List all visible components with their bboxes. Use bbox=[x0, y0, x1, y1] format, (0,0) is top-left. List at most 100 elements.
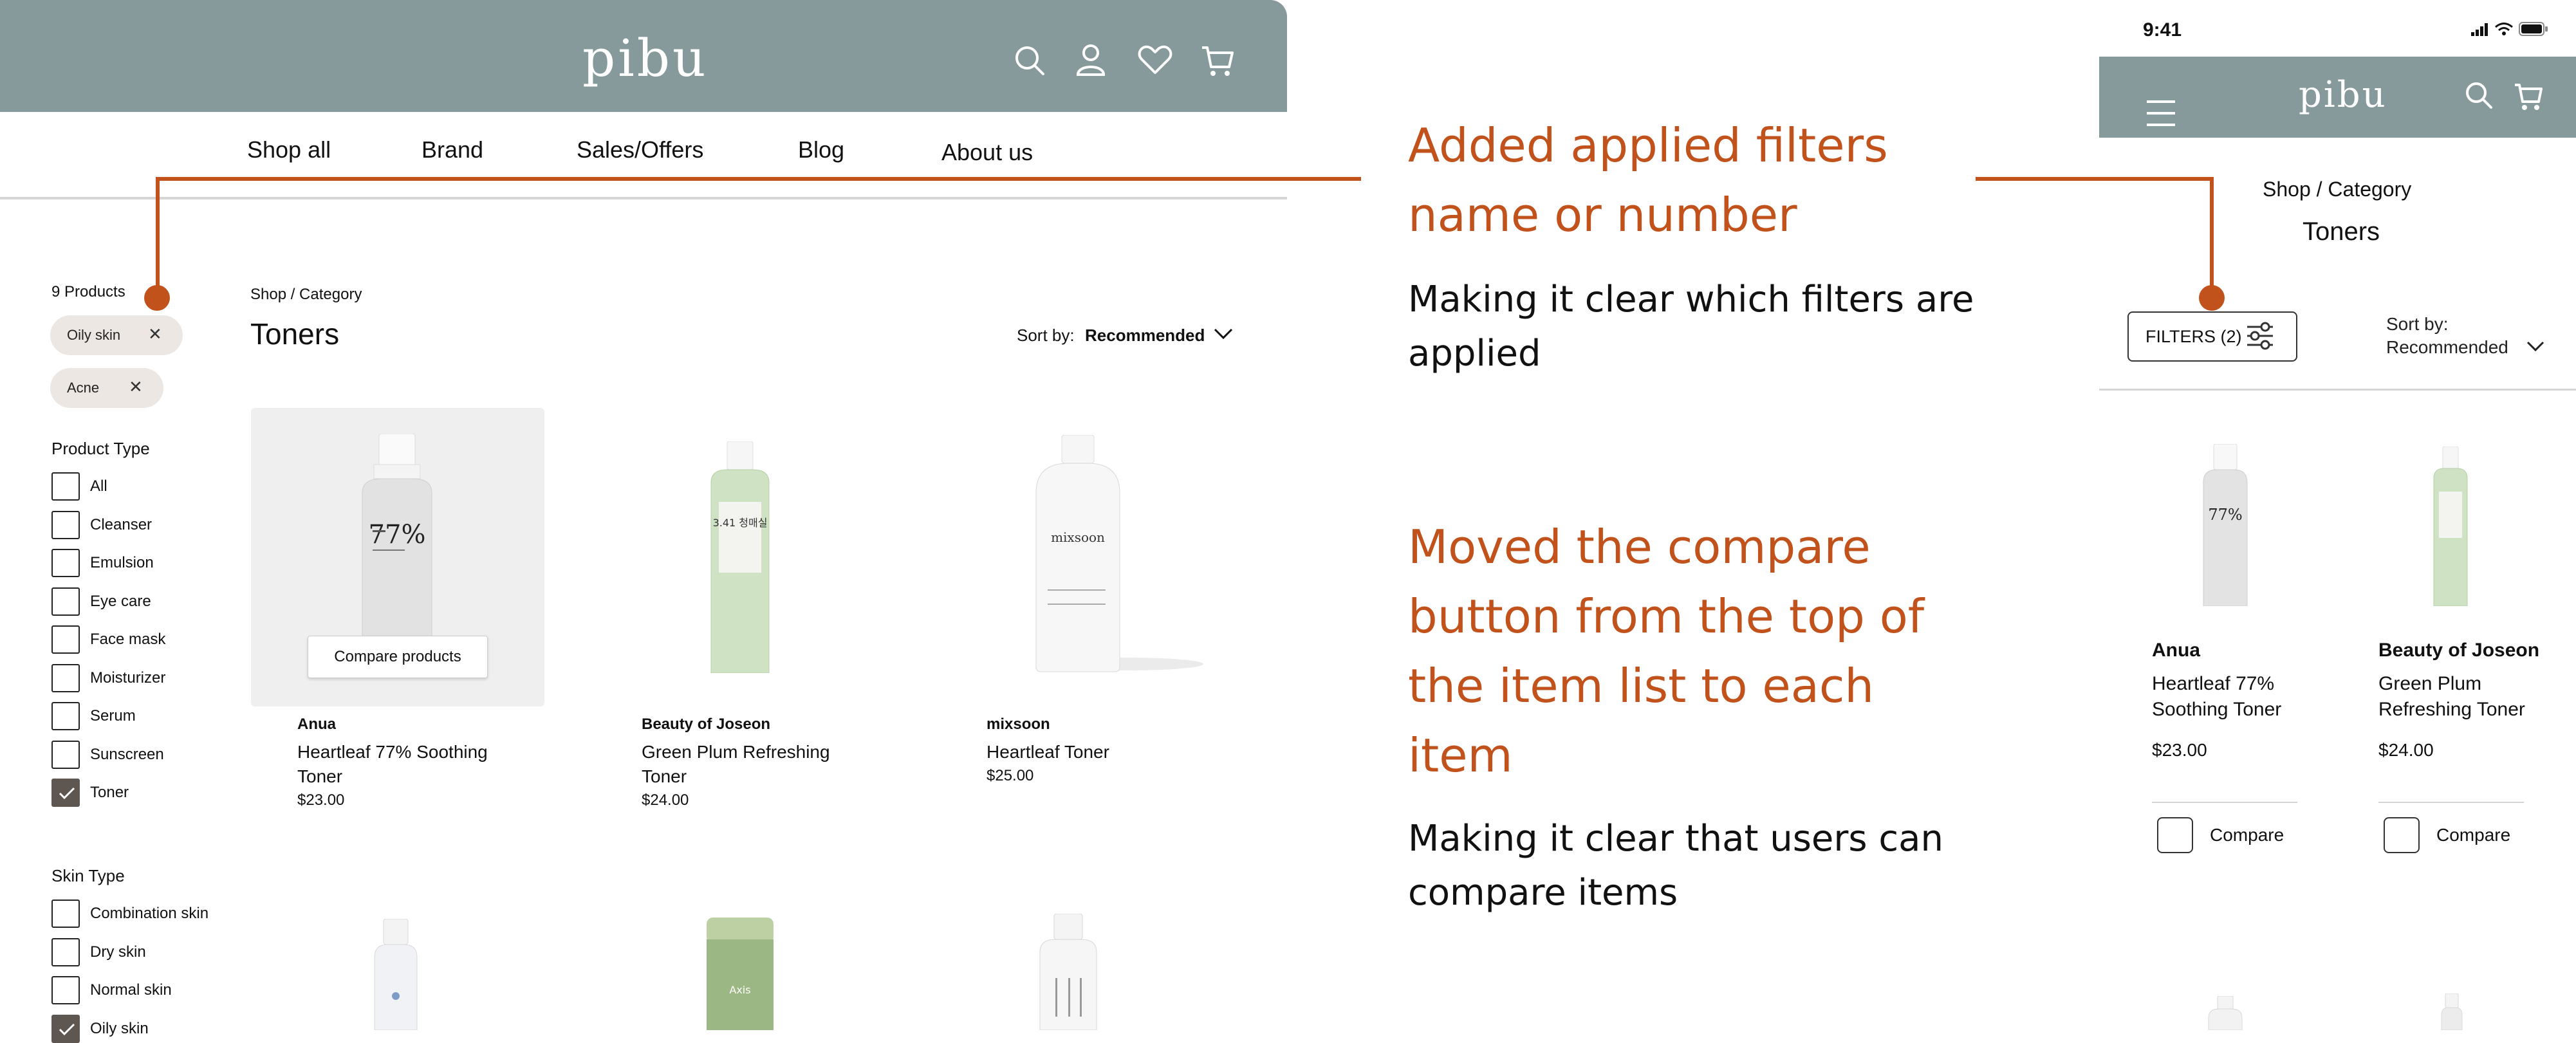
annotation-line: Moved the compare bbox=[1408, 520, 1871, 574]
filter-checkbox[interactable] bbox=[51, 587, 80, 616]
mobile-sort-value[interactable]: Recommended bbox=[2386, 337, 2508, 358]
compare-label[interactable]: Compare bbox=[2210, 825, 2284, 845]
filter-option-label: Serum bbox=[90, 707, 136, 725]
nav-sales-offers[interactable]: Sales/Offers bbox=[577, 136, 703, 163]
annotation-line: Making it clear which filters are bbox=[1408, 279, 1974, 320]
nav-about-us[interactable]: About us bbox=[941, 139, 1033, 166]
compare-products-button[interactable]: Compare products bbox=[308, 636, 488, 678]
product-brand: mixsoon bbox=[987, 715, 1050, 733]
product-bottle-image bbox=[2208, 996, 2243, 1030]
product-type-heading: Product Type bbox=[51, 439, 150, 458]
beauty-of-joseon-bottle-image: 3.41 청매실 bbox=[710, 441, 770, 673]
product-price: $24.00 bbox=[2378, 740, 2434, 760]
product-price: $24.00 bbox=[642, 791, 689, 809]
filter-checkbox[interactable] bbox=[51, 510, 80, 539]
annotation-line: Making it clear that users can bbox=[1408, 818, 1943, 860]
filter-checkbox[interactable] bbox=[51, 740, 80, 769]
annotation-connector-2 bbox=[1976, 177, 2214, 181]
search-icon[interactable] bbox=[2465, 81, 2493, 109]
compare-label[interactable]: Compare bbox=[2436, 825, 2510, 845]
product-price: $23.00 bbox=[297, 791, 345, 809]
filter-checkbox[interactable] bbox=[51, 1014, 80, 1043]
filter-sliders-icon[interactable] bbox=[2246, 322, 2274, 350]
cart-icon[interactable] bbox=[1201, 45, 1234, 77]
bottle-label: Axis bbox=[729, 984, 750, 996]
product-name: Soothing Toner bbox=[2152, 699, 2282, 720]
beauty-of-joseon-bottle-image bbox=[2433, 447, 2468, 606]
product-name: Green Plum bbox=[2378, 673, 2482, 694]
product-bottle-image: Axis bbox=[707, 918, 774, 1030]
mixsoon-bottle-image: mixsoon bbox=[1035, 435, 1203, 672]
filter-checkbox[interactable] bbox=[51, 702, 80, 730]
annotation-pin-2 bbox=[2199, 285, 2225, 311]
filter-checkbox[interactable] bbox=[51, 900, 80, 928]
mobile-brand-logo[interactable]: pibu bbox=[2299, 75, 2387, 116]
status-time: 9:41 bbox=[2143, 19, 2182, 41]
close-icon[interactable]: ✕ bbox=[148, 324, 162, 344]
close-icon[interactable]: ✕ bbox=[129, 377, 143, 397]
cart-icon[interactable] bbox=[2514, 82, 2543, 111]
chevron-down-icon[interactable] bbox=[1214, 328, 1233, 340]
product-name: Green Plum Refreshing Toner bbox=[642, 742, 830, 786]
filter-checkbox[interactable] bbox=[51, 937, 80, 966]
filter-checkbox[interactable] bbox=[51, 663, 80, 692]
mobile-divider bbox=[2099, 389, 2576, 391]
applied-filter-chip[interactable]: Acne ✕ bbox=[50, 368, 163, 408]
wifi-icon bbox=[2494, 22, 2514, 36]
product-bottle-image bbox=[374, 919, 418, 1030]
product-bottle-image bbox=[1039, 914, 1097, 1030]
product-price: $25.00 bbox=[987, 767, 1034, 784]
compare-divider bbox=[2152, 802, 2297, 803]
product-brand: Beauty of Joseon bbox=[642, 715, 771, 733]
filter-option-label: Moisturizer bbox=[90, 669, 166, 687]
annotation-line: compare items bbox=[1408, 872, 1678, 914]
page-title: Toners bbox=[250, 317, 340, 351]
filter-option-label: Dry skin bbox=[90, 943, 146, 961]
annotation-2-body: Making it clear that users can compare i… bbox=[1408, 812, 1943, 920]
product-bottle-image bbox=[2441, 993, 2463, 1030]
chevron-down-icon[interactable] bbox=[2526, 341, 2544, 353]
mobile-page-title: Toners bbox=[2303, 217, 2380, 246]
annotation-line: Added applied filters bbox=[1408, 118, 1888, 172]
filter-option-label: All bbox=[90, 477, 107, 495]
check-icon bbox=[59, 787, 75, 800]
product-count: 9 Products bbox=[51, 283, 125, 300]
heart-icon[interactable] bbox=[1138, 45, 1172, 75]
filter-option-label: Face mask bbox=[90, 631, 166, 648]
annotation-connector-2-drop bbox=[2210, 177, 2214, 293]
filter-option-label: Normal skin bbox=[90, 981, 172, 999]
filter-checkbox[interactable] bbox=[51, 625, 80, 654]
anua-bottle-image: 77% bbox=[362, 434, 432, 637]
applied-filter-chip[interactable]: Oily skin ✕ bbox=[50, 315, 183, 355]
chip-label: Oily skin bbox=[67, 327, 121, 343]
filter-option-label: Combination skin bbox=[90, 905, 209, 922]
nav-divider bbox=[0, 197, 1287, 199]
filter-checkbox[interactable] bbox=[51, 549, 80, 577]
nav-shop-all[interactable]: Shop all bbox=[247, 136, 331, 163]
compare-checkbox[interactable] bbox=[2157, 817, 2193, 853]
nav-blog[interactable]: Blog bbox=[798, 136, 844, 163]
product-brand: Beauty of Joseon bbox=[2378, 640, 2540, 661]
filter-checkbox[interactable] bbox=[51, 472, 80, 501]
skin-type-heading: Skin Type bbox=[51, 866, 125, 885]
filter-option-label: Sunscreen bbox=[90, 745, 164, 763]
brand-logo[interactable]: pibu bbox=[582, 30, 709, 88]
nav-brand[interactable]: Brand bbox=[422, 136, 483, 163]
sort-label: Sort by: bbox=[1017, 326, 1075, 345]
product-name: Refreshing Toner bbox=[2378, 699, 2525, 720]
sort-value[interactable]: Recommended bbox=[1085, 326, 1205, 346]
breadcrumb[interactable]: Shop / Category bbox=[250, 286, 362, 304]
account-icon[interactable] bbox=[1076, 44, 1106, 76]
search-icon[interactable] bbox=[1014, 45, 1045, 76]
filter-checkbox[interactable] bbox=[51, 779, 80, 807]
mobile-sort-label: Sort by: bbox=[2386, 314, 2449, 334]
mobile-breadcrumb[interactable]: Shop / Category bbox=[2263, 178, 2411, 201]
menu-icon[interactable] bbox=[2147, 100, 2175, 126]
annotation-line: applied bbox=[1408, 333, 1541, 374]
annotation-1-body: Making it clear which filters are applie… bbox=[1408, 273, 1974, 381]
chip-label: Acne bbox=[67, 380, 100, 396]
annotation-2-title: Moved the compare button from the top of… bbox=[1408, 512, 1924, 790]
compare-checkbox[interactable] bbox=[2384, 817, 2420, 853]
filter-checkbox[interactable] bbox=[51, 976, 80, 1004]
filter-option-label: Oily skin bbox=[90, 1019, 149, 1037]
